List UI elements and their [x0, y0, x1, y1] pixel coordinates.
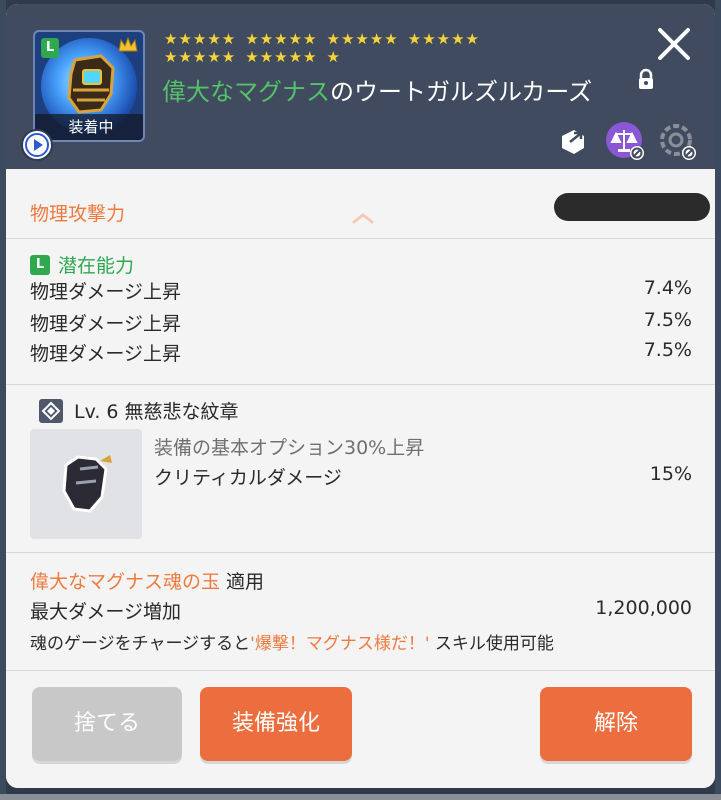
soul-desc-post: スキル使用可能 [429, 634, 554, 654]
star-group: ★★★★★ [245, 30, 318, 48]
emblem-title: Lv. 6 無慈悲な紋章 [74, 401, 239, 423]
enhance-button[interactable]: 装備強化 [200, 687, 352, 761]
star-group: ★★★★★ [407, 30, 480, 48]
emblem-glove-icon [62, 455, 112, 513]
item-detail-dialog: L 装着中 ★★★★★ ★★★★★ ★★★★★ ★★★★★ ★★★★★ ★★★★★ ★ 偉… [6, 4, 715, 788]
soul-desc-pre: 魂のゲージをチャージすると [30, 634, 251, 654]
star-group: ★★★★★ [164, 48, 237, 66]
potential-stat-value: 7.5% [643, 309, 692, 331]
share-icon[interactable] [554, 124, 588, 158]
background-edge-right [715, 0, 721, 800]
potential-stat-name: 物理ダメージ上昇 [30, 281, 182, 303]
potential-row: 物理ダメージ上昇 7.5% [30, 309, 692, 339]
item-name-set: 偉大なマグナス [162, 78, 330, 106]
emblem-badge-icon [39, 398, 63, 423]
item-name: 偉大なマグナスのウートガルズルカーズ [162, 72, 592, 107]
star-group: ★★★★★ [326, 30, 399, 48]
chevron-up-icon[interactable] [348, 209, 378, 227]
potential-stat-name: 物理ダメージ上昇 [30, 313, 182, 335]
item-name-base: のウートガルズルカーズ [330, 78, 593, 106]
emblem-stat-name: クリティカルダメージ [154, 467, 342, 489]
emblem-stat-value: 15% [649, 463, 692, 485]
soul-skill-desc: 魂のゲージをチャージすると'爆撃！マグナス様だ！' スキル使用可能 [30, 629, 554, 654]
soul-stat-row: 最大ダメージ増加 1,200,000 [30, 597, 692, 624]
crown-icon [118, 36, 138, 52]
discard-button[interactable]: 捨てる [32, 687, 182, 761]
item-detail-content: 物理攻撃力 L 潜在能力 物理ダメージ上昇 7.4% 物理ダメージ上昇 7.5%… [6, 169, 715, 788]
potential-stat-value: 7.5% [643, 339, 692, 361]
potential-stat-value: 7.4% [643, 277, 692, 299]
potential-row: 物理ダメージ上昇 7.4% [30, 277, 692, 307]
play-icon[interactable] [20, 128, 54, 162]
item-header: L 装着中 ★★★★★ ★★★★★ ★★★★★ ★★★★★ ★★★★★ ★★★★★ ★ 偉… [6, 4, 715, 169]
attack-section: 物理攻撃力 [6, 169, 715, 239]
grade-badge: L [41, 38, 59, 58]
soul-section: 偉大なマグナス魂の玉 適用 最大ダメージ増加 1,200,000 魂のゲージをチ… [6, 553, 715, 671]
potential-section: L 潜在能力 物理ダメージ上昇 7.4% 物理ダメージ上昇 7.5% 物理ダメー… [6, 239, 715, 385]
item-icon-frame: L 装着中 [33, 30, 145, 142]
soul-stat-name: 最大ダメージ増加 [30, 601, 182, 623]
star-force-rating: ★★★★★ ★★★★★ ★★★★★ ★★★★★ ★★★★★ ★★★★★ ★ [164, 30, 544, 66]
emblem-section: Lv. 6 無慈悲な紋章 装備の基本オプション30%上昇 クリティカルダメージ … [6, 385, 715, 553]
attack-label: 物理攻撃力 [30, 203, 126, 225]
soul-name: 偉大なマグナス魂の玉 [30, 571, 221, 593]
balance-icon[interactable] [604, 120, 646, 162]
soul-stat-value: 1,200,000 [595, 597, 692, 619]
potential-stat-name: 物理ダメージ上昇 [30, 343, 182, 365]
star-group: ★★★★★ [245, 48, 318, 66]
emblem-thumbnail[interactable] [30, 429, 142, 539]
emblem-option-desc: 装備の基本オプション30%上昇 [154, 437, 425, 459]
star-group: ★★★★★ [164, 30, 237, 48]
soul-header: 偉大なマグナス魂の玉 適用 [30, 567, 264, 594]
background-edge-bottom [0, 794, 721, 800]
emblem-stat-row: クリティカルダメージ 15% [154, 463, 692, 490]
soul-applied: 適用 [220, 571, 265, 593]
unequip-button[interactable]: 解除 [540, 687, 692, 761]
lock-icon[interactable] [636, 68, 656, 92]
star-group: ★ [326, 48, 341, 66]
close-icon[interactable] [654, 24, 694, 64]
potential-grade-badge: L [30, 254, 50, 275]
potential-header: L 潜在能力 [30, 251, 134, 278]
potential-title: 潜在能力 [58, 255, 135, 277]
gauntlet-icon [67, 54, 115, 114]
soul-skill-name: '爆撃！マグナス様だ！' [250, 634, 430, 654]
redacted-value [554, 193, 710, 221]
gear-disabled-icon[interactable] [658, 122, 698, 162]
emblem-header: Lv. 6 無慈悲な紋章 [38, 397, 239, 424]
potential-row: 物理ダメージ上昇 7.5% [30, 339, 692, 369]
